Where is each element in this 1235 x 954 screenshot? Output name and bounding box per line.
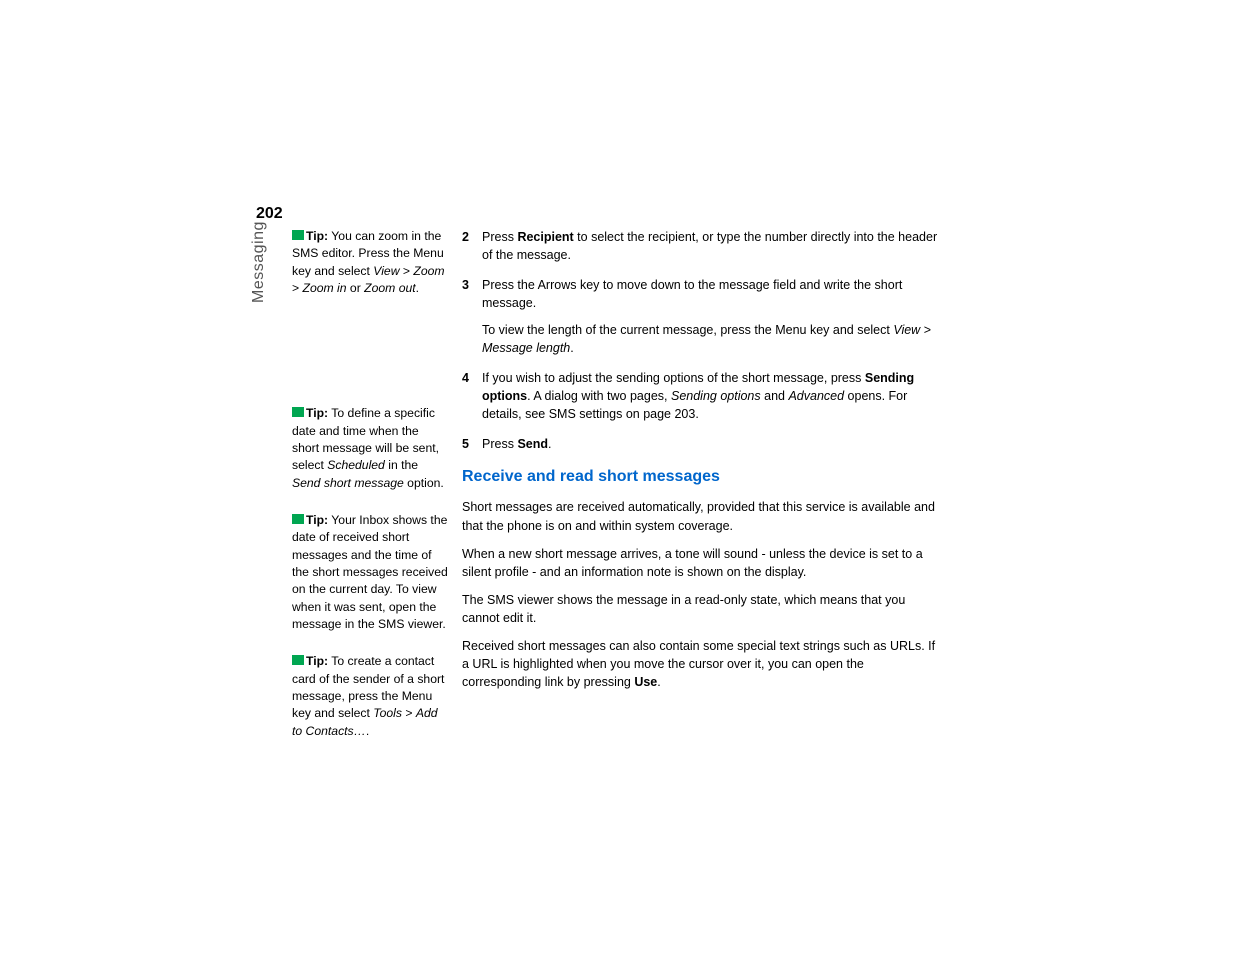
tip-italic: Send short message <box>292 476 404 490</box>
tip-sep: > <box>400 264 414 278</box>
tip-italic: Zoom in <box>303 281 347 295</box>
step-bold: Recipient <box>517 230 573 244</box>
tip-block: Tip: To define a specific date and time … <box>292 405 448 492</box>
paragraph: When a new short message arrives, a tone… <box>462 545 942 581</box>
step-text: Press <box>482 230 517 244</box>
tip-tail: . <box>416 281 419 295</box>
step-tail: . <box>570 341 573 355</box>
tip-mid: or <box>347 281 365 295</box>
tip-sep: > <box>402 706 416 720</box>
step-number: 3 <box>462 276 482 357</box>
step: 5 Press Send. <box>462 435 942 453</box>
tip-icon <box>292 655 304 665</box>
step-text: . A dialog with two pages, <box>527 389 671 403</box>
step-text: . <box>548 437 551 451</box>
tip-text: Your Inbox shows the date of received sh… <box>292 513 448 631</box>
para-bold: Use <box>634 675 657 689</box>
step-italic: Message length <box>482 341 570 355</box>
step-italic: View <box>893 323 920 337</box>
step-bold: Send <box>517 437 548 451</box>
step-body: Press Recipient to select the recipient,… <box>482 228 942 264</box>
tip-label: Tip: <box>306 406 328 420</box>
main-content: 2 Press Recipient to select the recipien… <box>462 228 942 702</box>
tip-icon <box>292 514 304 524</box>
tip-tail: option. <box>404 476 444 490</box>
step-body: Press the Arrows key to move down to the… <box>482 276 942 357</box>
step-italic: Sending options <box>671 389 761 403</box>
step-text: Press <box>482 437 517 451</box>
paragraph: The SMS viewer shows the message in a re… <box>462 591 942 627</box>
tip-tail: . <box>366 724 369 738</box>
tip-italic: Scheduled <box>327 458 385 472</box>
step-body: Press Send. <box>482 435 942 453</box>
tip-italic: Zoom out <box>364 281 415 295</box>
tip-italic: Zoom <box>413 264 444 278</box>
tip-mid: in the <box>385 458 418 472</box>
step: 4 If you wish to adjust the sending opti… <box>462 369 942 423</box>
paragraph: Received short messages can also contain… <box>462 637 942 691</box>
step-number: 2 <box>462 228 482 264</box>
step-text: Press the Arrows key to move down to the… <box>482 278 902 310</box>
tip-label: Tip: <box>306 229 328 243</box>
step: 3 Press the Arrows key to move down to t… <box>462 276 942 357</box>
tip-icon <box>292 407 304 417</box>
step-number: 4 <box>462 369 482 423</box>
tip-italic: Tools <box>373 706 402 720</box>
para-text: . <box>657 675 660 689</box>
tip-italic: View <box>373 264 399 278</box>
tip-block: Tip: You can zoom in the SMS editor. Pre… <box>292 228 448 297</box>
step-italic: Advanced <box>788 389 844 403</box>
step-number: 5 <box>462 435 482 453</box>
paragraph: Short messages are received automaticall… <box>462 498 942 534</box>
tip-sep: > <box>292 281 303 295</box>
section-heading: Receive and read short messages <box>462 465 942 488</box>
tip-label: Tip: <box>306 654 328 668</box>
section-label: Messaging <box>250 221 268 303</box>
step-text: and <box>761 389 789 403</box>
tip-label: Tip: <box>306 513 328 527</box>
step-sep: > <box>920 323 931 337</box>
tip-icon <box>292 230 304 240</box>
sidebar: Tip: You can zoom in the SMS editor. Pre… <box>292 228 448 760</box>
tip-block: Tip: To create a contact card of the sen… <box>292 653 448 740</box>
step: 2 Press Recipient to select the recipien… <box>462 228 942 264</box>
para-text: Received short messages can also contain… <box>462 639 935 689</box>
step-text: If you wish to adjust the sending option… <box>482 371 865 385</box>
step-body: If you wish to adjust the sending option… <box>482 369 942 423</box>
step-text: To view the length of the current messag… <box>482 323 893 337</box>
tip-block: Tip: Your Inbox shows the date of receiv… <box>292 512 448 633</box>
step-sub: To view the length of the current messag… <box>482 321 942 357</box>
